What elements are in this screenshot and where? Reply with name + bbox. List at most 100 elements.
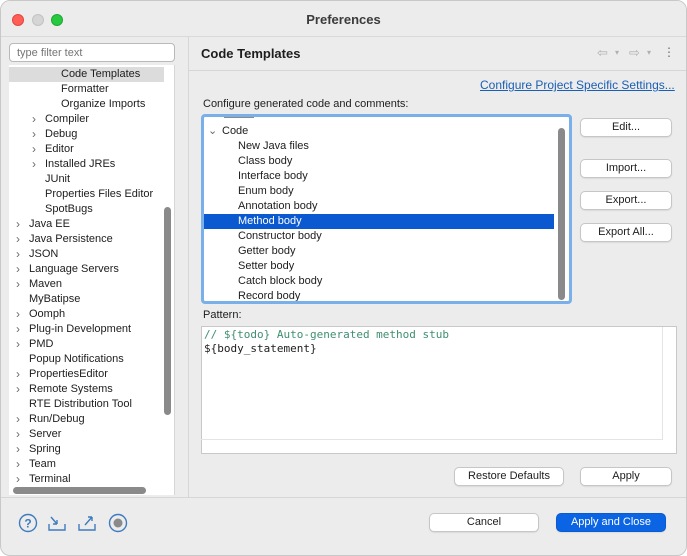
tree-vertical-scrollbar[interactable] <box>164 207 171 415</box>
template-item[interactable]: New Java files <box>204 139 554 154</box>
tree-item-label: Editor <box>45 143 74 155</box>
chevron-right-icon[interactable]: › <box>13 232 23 247</box>
tree-item[interactable]: › Installed JREs <box>9 157 164 172</box>
tree-item[interactable]: › Team <box>9 457 164 472</box>
chevron-right-icon[interactable]: › <box>13 337 23 352</box>
tree-item[interactable]: › Oomph <box>9 307 164 322</box>
chevron-right-icon[interactable]: › <box>29 112 39 127</box>
project-settings-link[interactable]: Configure Project Specific Settings... <box>480 78 675 92</box>
tree-item-label: Compiler <box>45 113 90 125</box>
cancel-button[interactable]: Cancel <box>429 513 539 532</box>
more-options-icon[interactable]: ⋮ <box>663 45 675 59</box>
tree-item[interactable]: › Remote Systems <box>9 382 164 397</box>
template-item-label: Catch block body <box>238 275 323 287</box>
template-item[interactable]: Record body <box>204 289 554 301</box>
forward-arrow-icon[interactable]: ⇨ <box>629 45 640 61</box>
filter-input[interactable] <box>9 43 175 62</box>
tree-item-label: Java Persistence <box>29 233 113 245</box>
template-item[interactable]: Catch block body <box>204 274 554 289</box>
edit-button[interactable]: Edit... <box>580 118 672 137</box>
tree-item[interactable]: MyBatipse <box>9 292 164 307</box>
tree-item[interactable]: › JSON <box>9 247 164 262</box>
chevron-right-icon[interactable]: › <box>13 322 23 337</box>
tree-item-label: Debug <box>45 128 78 140</box>
pattern-editor[interactable]: // ${todo} Auto-generated method stub ${… <box>201 326 677 454</box>
chevron-right-icon[interactable]: › <box>29 127 39 142</box>
tree-item[interactable]: › Compiler <box>9 112 164 127</box>
chevron-right-icon[interactable]: › <box>13 412 23 427</box>
tree-item-label: Oomph <box>29 308 66 320</box>
import-preferences-icon[interactable] <box>47 513 67 533</box>
template-item[interactable]: ⌄ Code <box>204 124 554 139</box>
export-preferences-icon[interactable] <box>77 513 97 533</box>
template-item[interactable]: Enum body <box>204 184 554 199</box>
tree-item[interactable]: › Maven <box>9 277 164 292</box>
tree-item-label: Terminal <box>29 473 71 485</box>
chevron-right-icon[interactable]: › <box>13 457 23 472</box>
chevron-right-icon[interactable]: › <box>13 472 23 487</box>
template-item[interactable]: Constructor body <box>204 229 554 244</box>
chevron-right-icon[interactable]: › <box>13 442 23 457</box>
tree-item[interactable]: › Server <box>9 427 164 442</box>
back-dropdown-icon[interactable]: ▾ <box>615 48 619 57</box>
import-button[interactable]: Import... <box>580 159 672 178</box>
title-bar: Preferences <box>1 1 686 37</box>
template-item-label: Enum body <box>238 185 294 197</box>
chevron-right-icon[interactable]: › <box>13 382 23 397</box>
template-item[interactable]: Interface body <box>204 169 554 184</box>
record-icon[interactable] <box>108 513 128 533</box>
tree-item[interactable]: › Java Persistence <box>9 232 164 247</box>
tree-item[interactable]: › Language Servers <box>9 262 164 277</box>
chevron-down-icon[interactable]: ⌄ <box>208 124 217 139</box>
template-item[interactable]: Class body <box>204 154 554 169</box>
tree-item[interactable]: Organize Imports <box>9 97 164 112</box>
template-item[interactable]: Setter body <box>204 259 554 274</box>
tree-item[interactable]: › PMD <box>9 337 164 352</box>
chevron-right-icon[interactable]: › <box>13 247 23 262</box>
pane-divider[interactable] <box>188 37 189 497</box>
tree-item[interactable]: › Terminal <box>9 472 164 487</box>
templates-scrollbar[interactable] <box>558 128 565 300</box>
tree-item[interactable]: › PropertiesEditor <box>9 367 164 382</box>
chevron-right-icon[interactable]: › <box>13 262 23 277</box>
tree-item[interactable]: RTE Distribution Tool <box>9 397 164 412</box>
chevron-right-icon[interactable]: › <box>13 217 23 232</box>
tree-item[interactable]: › Plug-in Development <box>9 322 164 337</box>
tree-item[interactable]: JUnit <box>9 172 164 187</box>
tree-item-label: Server <box>29 428 62 440</box>
chevron-right-icon[interactable]: › <box>13 307 23 322</box>
tree-item[interactable]: › Spring <box>9 442 164 457</box>
tree-item[interactable]: Code Templates <box>9 67 164 82</box>
template-item[interactable]: Annotation body <box>204 199 554 214</box>
chevron-right-icon[interactable]: › <box>13 427 23 442</box>
help-icon[interactable]: ? <box>18 513 38 533</box>
chevron-right-icon[interactable]: › <box>13 277 23 292</box>
chevron-right-icon[interactable]: › <box>29 142 39 157</box>
template-item[interactable]: Method body <box>204 214 554 229</box>
apply-and-close-button[interactable]: Apply and Close <box>556 513 666 532</box>
apply-button[interactable]: Apply <box>580 467 672 486</box>
tree-item-label: RTE Distribution Tool <box>29 398 132 410</box>
tree-horizontal-scrollbar[interactable] <box>13 487 146 494</box>
tree-item[interactable]: Popup Notifications <box>9 352 164 367</box>
template-item[interactable]: Getter body <box>204 244 554 259</box>
preferences-tree: Code Templates Formatter Organize Imports ›… <box>9 65 175 495</box>
tree-item[interactable]: › Run/Debug <box>9 412 164 427</box>
tree-item[interactable]: › Java EE <box>9 217 164 232</box>
restore-defaults-button[interactable]: Restore Defaults <box>454 467 564 486</box>
tree-item[interactable]: Formatter <box>9 82 164 97</box>
tree-item[interactable]: › Debug <box>9 127 164 142</box>
clipped-row <box>224 117 254 118</box>
export-button[interactable]: Export... <box>580 191 672 210</box>
chevron-right-icon[interactable]: › <box>29 157 39 172</box>
chevron-right-icon[interactable]: › <box>13 367 23 382</box>
tree-item[interactable]: SpotBugs <box>9 202 164 217</box>
tree-item[interactable]: Properties Files Editor <box>9 187 164 202</box>
pattern-label: Pattern: <box>203 309 242 321</box>
forward-dropdown-icon[interactable]: ▾ <box>647 48 651 57</box>
template-item-label: Method body <box>238 215 302 227</box>
template-item-label: Annotation body <box>238 200 318 212</box>
back-arrow-icon[interactable]: ⇦ <box>597 45 608 61</box>
tree-item[interactable]: › Editor <box>9 142 164 157</box>
export-all-button[interactable]: Export All... <box>580 223 672 242</box>
